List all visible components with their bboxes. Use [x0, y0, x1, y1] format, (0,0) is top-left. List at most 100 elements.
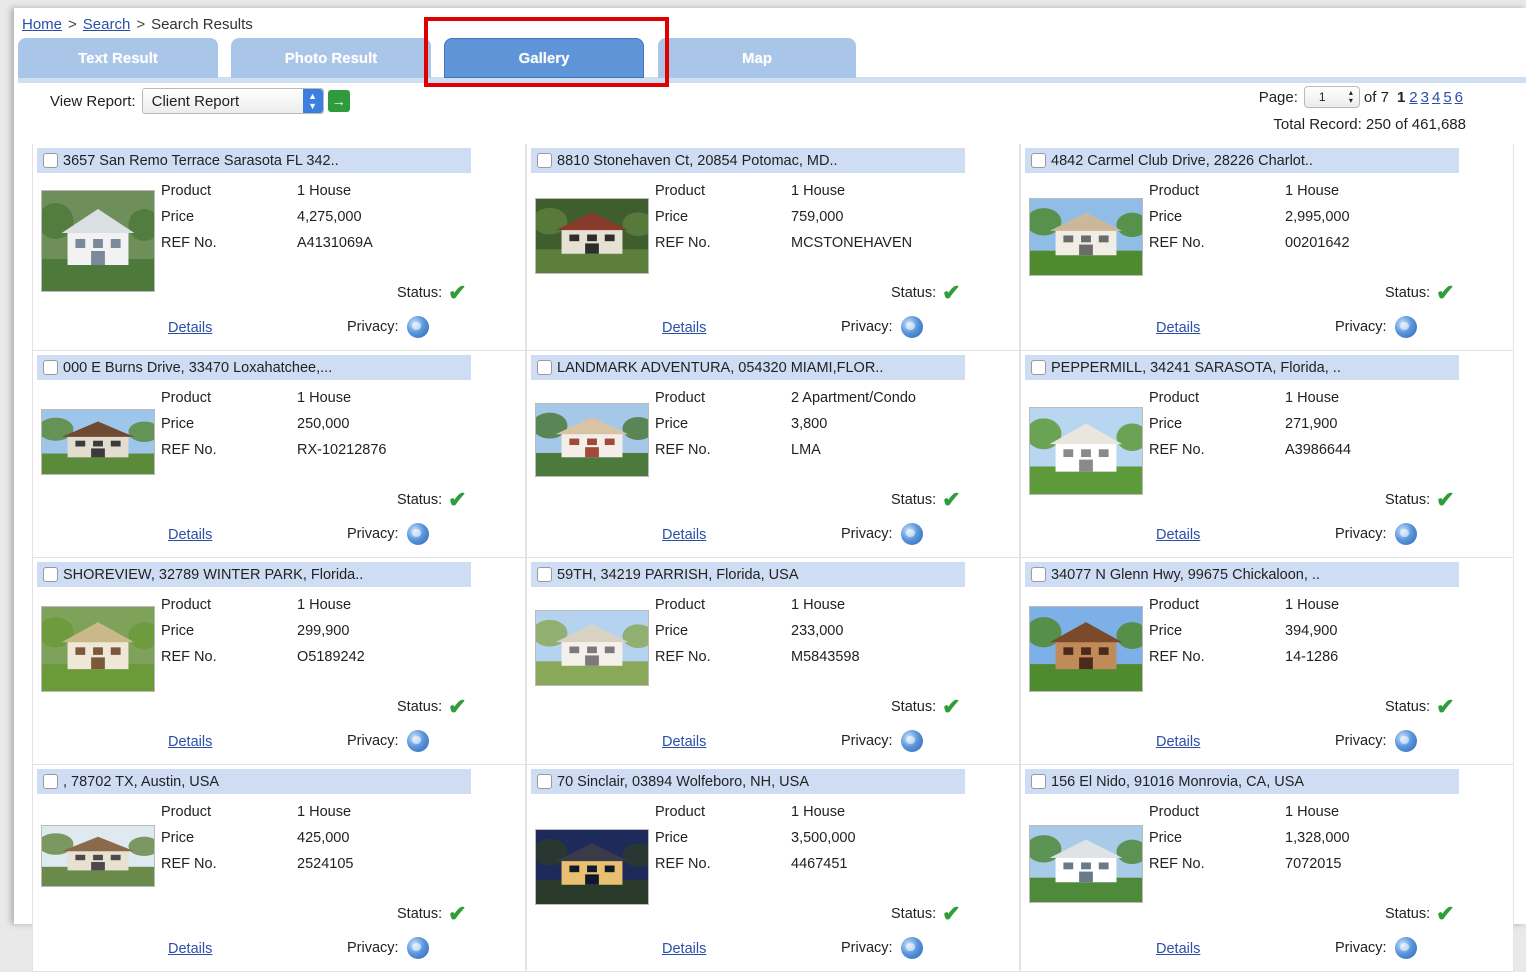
- details-link[interactable]: Details: [662, 320, 706, 336]
- globe-icon[interactable]: [900, 523, 923, 545]
- price-label: Price: [655, 416, 689, 432]
- details-link[interactable]: Details: [168, 941, 212, 957]
- listing-grid: 3657 San Remo Terrace Sarasota FL 342.. …: [32, 144, 1516, 972]
- price-label: Price: [655, 209, 689, 225]
- details-link[interactable]: Details: [1156, 734, 1200, 750]
- listing-checkbox[interactable]: [537, 567, 552, 582]
- product-value: 1 House: [791, 597, 846, 613]
- globe-icon[interactable]: [406, 523, 429, 545]
- globe-icon[interactable]: [406, 730, 429, 752]
- globe-icon[interactable]: [406, 316, 429, 338]
- report-select[interactable]: Client Report ▲ ▼: [141, 88, 324, 114]
- listing-photo[interactable]: [1029, 198, 1143, 276]
- listing-checkbox[interactable]: [43, 774, 58, 789]
- tab-gallery[interactable]: Gallery: [444, 38, 644, 78]
- listing-photo[interactable]: [1029, 825, 1143, 903]
- listing-photo[interactable]: [1029, 407, 1143, 495]
- listing-photo[interactable]: [41, 190, 155, 292]
- listing-checkbox[interactable]: [1031, 360, 1046, 375]
- globe-icon[interactable]: [900, 937, 923, 959]
- go-button[interactable]: →: [327, 90, 350, 112]
- ref-label: REF No.: [1149, 235, 1205, 251]
- details-link[interactable]: Details: [662, 941, 706, 957]
- page-link-6[interactable]: 6: [1455, 89, 1463, 106]
- ref-label: REF No.: [161, 235, 217, 251]
- privacy-label: Privacy:: [841, 940, 893, 956]
- ref-label: REF No.: [655, 649, 711, 665]
- product-label: Product: [1149, 183, 1199, 199]
- page-select[interactable]: 1 ▴ ▾: [1303, 86, 1360, 108]
- status-label: Status:: [1385, 699, 1431, 715]
- globe-icon[interactable]: [1394, 523, 1417, 545]
- details-link[interactable]: Details: [168, 734, 212, 750]
- globe-icon[interactable]: [1394, 316, 1417, 338]
- product-label: Product: [1149, 597, 1199, 613]
- listing-photo[interactable]: [535, 610, 649, 686]
- status-label: Status:: [891, 906, 937, 922]
- price-label: Price: [161, 830, 195, 846]
- listing-photo[interactable]: [41, 409, 155, 475]
- listing-header: LANDMARK ADVENTURA, 054320 MIAMI,FLOR..: [531, 355, 965, 380]
- price-label: Price: [1149, 830, 1183, 846]
- house-photo-icon: [1030, 199, 1142, 275]
- status-label: Status:: [891, 492, 937, 508]
- details-link[interactable]: Details: [662, 734, 706, 750]
- page-link-2[interactable]: 2: [1409, 89, 1417, 106]
- listing-photo[interactable]: [41, 825, 155, 887]
- listing-checkbox[interactable]: [537, 360, 552, 375]
- listing-checkbox[interactable]: [43, 567, 58, 582]
- listing-title: 156 El Nido, 91016 Monrovia, CA, USA: [1051, 773, 1305, 790]
- page-link-5[interactable]: 5: [1443, 89, 1451, 106]
- ref-value: RX-10212876: [297, 442, 387, 458]
- listing-card: 70 Sinclair, 03894 Wolfeboro, NH, USA Pr…: [526, 765, 1020, 972]
- listing-checkbox[interactable]: [537, 774, 552, 789]
- privacy-label: Privacy:: [347, 733, 399, 749]
- listing-checkbox[interactable]: [43, 360, 58, 375]
- listing-checkbox[interactable]: [537, 153, 552, 168]
- checkmark-icon: ✔: [448, 487, 467, 512]
- listing-photo[interactable]: [41, 606, 155, 692]
- globe-icon[interactable]: [1394, 937, 1417, 959]
- breadcrumb-separator: >: [136, 16, 146, 33]
- listing-fields: Product 1 House Price 394,900 REF No. 14-12…: [1149, 592, 1339, 670]
- price-label: Price: [1149, 209, 1183, 225]
- price-label: Price: [1149, 623, 1183, 639]
- globe-icon[interactable]: [406, 937, 429, 959]
- details-link[interactable]: Details: [1156, 320, 1200, 336]
- details-link[interactable]: Details: [168, 527, 212, 543]
- tab-photo-result[interactable]: Photo Result: [231, 38, 431, 78]
- listing-photo[interactable]: [535, 198, 649, 274]
- breadcrumb-search-link[interactable]: Search: [83, 16, 131, 33]
- listing-header: 3657 San Remo Terrace Sarasota FL 342..: [37, 148, 471, 173]
- page-link-4[interactable]: 4: [1432, 89, 1440, 106]
- breadcrumb-home-link[interactable]: Home: [22, 16, 62, 33]
- details-link[interactable]: Details: [168, 320, 212, 336]
- listing-checkbox[interactable]: [43, 153, 58, 168]
- globe-icon[interactable]: [900, 730, 923, 752]
- listing-photo[interactable]: [535, 403, 649, 477]
- tab-text-result[interactable]: Text Result: [18, 38, 218, 78]
- ref-label: REF No.: [161, 649, 217, 665]
- listing-checkbox[interactable]: [1031, 153, 1046, 168]
- checkmark-icon: ✔: [942, 694, 961, 719]
- listing-photo[interactable]: [535, 829, 649, 905]
- page-link-3[interactable]: 3: [1421, 89, 1429, 106]
- globe-icon[interactable]: [1394, 730, 1417, 752]
- details-link[interactable]: Details: [1156, 527, 1200, 543]
- product-label: Product: [655, 597, 705, 613]
- product-value: 1 House: [297, 390, 352, 406]
- globe-icon[interactable]: [900, 316, 923, 338]
- tab-map[interactable]: Map: [658, 38, 856, 78]
- listing-header: 70 Sinclair, 03894 Wolfeboro, NH, USA: [531, 769, 965, 794]
- listing-checkbox[interactable]: [1031, 774, 1046, 789]
- ref-value: O5189242: [297, 649, 365, 665]
- privacy: Privacy:: [347, 316, 429, 338]
- details-link[interactable]: Details: [662, 527, 706, 543]
- listing-checkbox[interactable]: [1031, 567, 1046, 582]
- listing-photo[interactable]: [1029, 606, 1143, 692]
- status: Status: ✔: [891, 903, 961, 925]
- status-label: Status:: [397, 285, 443, 301]
- details-link[interactable]: Details: [1156, 941, 1200, 957]
- price-label: Price: [655, 830, 689, 846]
- product-value: 1 House: [1285, 804, 1340, 820]
